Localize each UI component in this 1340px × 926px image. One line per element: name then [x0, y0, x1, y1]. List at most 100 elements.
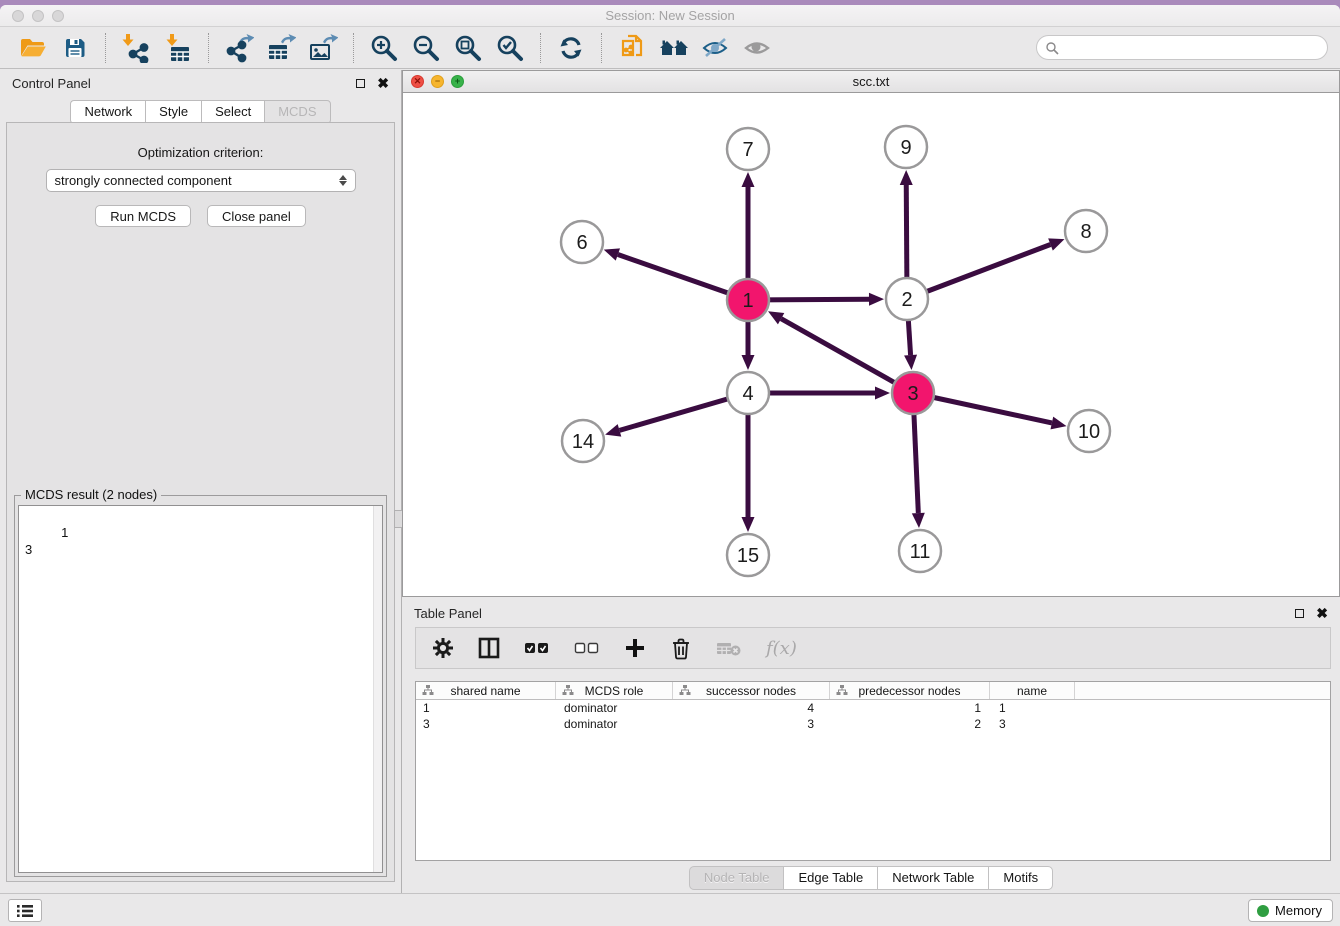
run-mcds-button[interactable]: Run MCDS — [95, 205, 191, 227]
cell-name: 3 — [990, 717, 1075, 731]
show-all-button[interactable] — [741, 31, 775, 65]
graph-edge-arrow-1-6 — [604, 248, 620, 260]
control-panel-tabs: Network Style Select MCDS — [0, 100, 401, 124]
graph-edge-arrow-1-7 — [742, 172, 755, 187]
open-folder-icon — [19, 35, 47, 61]
cell-name: 1 — [990, 701, 1075, 715]
tab-node-table[interactable]: Node Table — [689, 866, 784, 890]
refresh-icon — [557, 34, 585, 62]
export-table-button[interactable] — [264, 31, 298, 65]
network-canvas[interactable]: 1234678910111415 — [402, 93, 1340, 597]
graph-node-label-2: 2 — [901, 289, 912, 311]
close-window-button[interactable] — [12, 10, 24, 22]
application-window: Session: New Session — [0, 5, 1340, 926]
criterion-selected-value: strongly connected component — [55, 173, 232, 188]
import-table-button[interactable] — [161, 31, 195, 65]
tab-mcds[interactable]: MCDS — [264, 100, 330, 124]
open-session-button[interactable] — [16, 31, 50, 65]
network-graph[interactable]: 1234678910111415 — [403, 93, 1339, 595]
graph-node-label-10: 10 — [1078, 421, 1100, 443]
toolbar-separator — [208, 33, 209, 63]
control-panel: Control Panel ✖ Network Style Select MCD… — [0, 70, 402, 898]
save-session-button[interactable] — [58, 31, 92, 65]
tab-edge-table[interactable]: Edge Table — [783, 866, 877, 890]
search-field[interactable] — [1036, 35, 1328, 60]
table-row[interactable]: 1 dominator 4 1 1 — [416, 700, 1330, 716]
graph-edge-arrow-4-15 — [742, 517, 755, 532]
select-all-icon[interactable] — [524, 641, 550, 655]
deselect-all-icon[interactable] — [574, 641, 600, 655]
main-toolbar — [0, 27, 1340, 69]
result-scrollbar[interactable] — [373, 506, 382, 872]
status-bar: Memory — [0, 893, 1340, 926]
graph-node-label-6: 6 — [576, 232, 587, 254]
houses-icon — [658, 35, 690, 61]
network-maximize-button[interactable]: + — [451, 75, 464, 88]
graph-node-label-4: 4 — [742, 383, 753, 405]
float-table-panel-icon[interactable] — [1295, 609, 1304, 618]
refresh-view-button[interactable] — [554, 31, 588, 65]
tab-motifs[interactable]: Motifs — [988, 866, 1053, 890]
column-type-icon — [422, 685, 434, 696]
criterion-select[interactable]: strongly connected component — [46, 169, 356, 192]
graph-node-label-9: 9 — [900, 137, 911, 159]
copy-share-network-button[interactable] — [615, 31, 649, 65]
graph-edge-2-8[interactable] — [907, 244, 1050, 299]
graph-node-label-8: 8 — [1080, 221, 1091, 243]
maximize-window-button[interactable] — [52, 10, 64, 22]
mcds-result-list[interactable]: 1 3 — [18, 505, 383, 873]
graph-edge-arrow-3-11 — [912, 513, 925, 528]
close-table-panel-icon[interactable]: ✖ — [1316, 608, 1328, 618]
split-pane-grip[interactable] — [394, 510, 402, 528]
import-network-button[interactable] — [119, 31, 153, 65]
tab-style[interactable]: Style — [145, 100, 201, 124]
toggle-panel-mode-icon[interactable] — [478, 637, 500, 659]
node-table[interactable]: shared name MCDS role successor nodes pr… — [415, 681, 1331, 861]
graph-node-label-14: 14 — [572, 431, 594, 453]
zoom-selected-button[interactable] — [493, 31, 527, 65]
tab-network-table[interactable]: Network Table — [877, 866, 988, 890]
float-panel-icon[interactable] — [356, 79, 365, 88]
delete-column-icon[interactable] — [670, 636, 692, 660]
zoom-in-button[interactable] — [367, 31, 401, 65]
memory-button[interactable]: Memory — [1248, 899, 1333, 922]
minimize-window-button[interactable] — [32, 10, 44, 22]
create-new-column-icon[interactable] — [624, 637, 646, 659]
zoom-out-icon — [412, 34, 440, 62]
network-close-button[interactable]: ✕ — [411, 75, 424, 88]
node-table-header: shared name MCDS role successor nodes pr… — [416, 682, 1330, 700]
column-header-mcds-role[interactable]: MCDS role — [556, 682, 673, 699]
search-input[interactable] — [1059, 39, 1319, 56]
tab-select[interactable]: Select — [201, 100, 264, 124]
eye-icon — [743, 36, 773, 60]
column-header-predecessor-nodes[interactable]: predecessor nodes — [830, 682, 990, 699]
export-image-button[interactable] — [306, 31, 340, 65]
column-header-shared-name[interactable]: shared name — [416, 682, 556, 699]
cell-predecessor-nodes: 1 — [830, 701, 990, 715]
zoom-selected-icon — [496, 34, 524, 62]
delete-table-icon[interactable] — [716, 639, 742, 657]
zoom-fit-button[interactable] — [451, 31, 485, 65]
graph-node-label-11: 11 — [910, 541, 931, 563]
cell-successor-nodes: 4 — [673, 701, 830, 715]
mcds-result-title: MCDS result (2 nodes) — [21, 487, 161, 502]
select-chevrons-icon — [339, 175, 347, 186]
first-neighbors-button[interactable] — [657, 31, 691, 65]
tab-network[interactable]: Network — [70, 100, 145, 124]
network-minimize-button[interactable]: − — [431, 75, 444, 88]
graph-edge-3-1[interactable] — [781, 319, 913, 393]
task-history-button[interactable] — [8, 899, 42, 922]
hide-selected-button[interactable] — [699, 31, 733, 65]
column-header-successor-nodes[interactable]: successor nodes — [673, 682, 830, 699]
export-network-button[interactable] — [222, 31, 256, 65]
table-panel-header: Table Panel ✖ — [402, 600, 1340, 626]
zoom-out-button[interactable] — [409, 31, 443, 65]
graph-edge-arrow-2-9 — [900, 170, 913, 185]
function-builder-icon[interactable]: f(x) — [766, 638, 797, 659]
column-header-name[interactable]: name — [990, 682, 1075, 699]
close-panel-icon[interactable]: ✖ — [377, 78, 389, 88]
table-settings-gear-icon[interactable] — [432, 637, 454, 659]
table-row[interactable]: 3 dominator 3 2 3 — [416, 716, 1330, 732]
close-panel-button[interactable]: Close panel — [207, 205, 306, 227]
memory-status-icon — [1257, 905, 1269, 917]
